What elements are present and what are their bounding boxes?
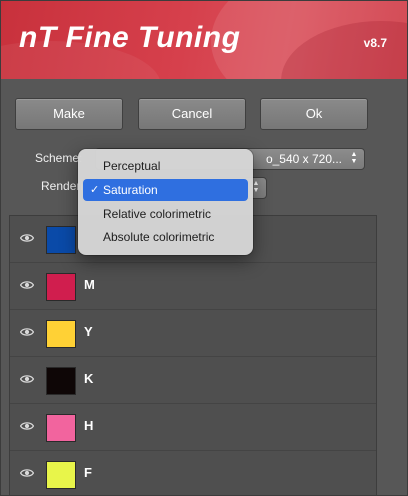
channel-row[interactable]: Y	[10, 310, 376, 357]
up-down-chevron-icon: ▲ ▼	[350, 151, 358, 165]
menu-item-label: Relative colorimetric	[103, 207, 212, 221]
scheme-value: o_540 x 720...	[265, 152, 342, 166]
menu-item-absolute-colorimetric[interactable]: Absolute colorimetric	[83, 226, 248, 248]
menu-item-saturation[interactable]: ✓ Saturation	[83, 179, 248, 201]
app-title: nT Fine Tuning	[19, 21, 241, 54]
eye-icon[interactable]	[20, 374, 34, 384]
channel-swatch[interactable]	[46, 367, 76, 395]
channel-swatch[interactable]	[46, 320, 76, 348]
version-label: v8.7	[363, 36, 387, 50]
menu-item-label: Saturation	[103, 183, 158, 197]
channel-swatch[interactable]	[46, 461, 76, 489]
scheme-label: Scheme:	[35, 151, 83, 165]
channel-name: F	[84, 465, 92, 480]
eye-icon[interactable]	[20, 421, 34, 431]
eye-icon[interactable]	[20, 327, 34, 337]
eye-icon[interactable]	[20, 233, 34, 243]
cancel-button[interactable]: Cancel	[138, 98, 246, 130]
plugin-window: nT Fine Tuning v8.7 Make Cancel Ok Schem…	[0, 0, 408, 496]
menu-item-perceptual[interactable]: Perceptual	[83, 155, 248, 177]
rendering-dropdown-menu: Perceptual ✓ Saturation Relative colorim…	[78, 149, 253, 255]
channel-swatch[interactable]	[46, 226, 76, 254]
channel-name: Y	[84, 324, 93, 339]
menu-item-relative-colorimetric[interactable]: Relative colorimetric	[83, 203, 248, 225]
up-down-chevron-icon: ▲ ▼	[252, 180, 260, 194]
channel-name: M	[84, 277, 95, 292]
channel-swatch[interactable]	[46, 273, 76, 301]
channel-list: M Y K H F	[9, 215, 377, 495]
channel-row[interactable]: F	[10, 451, 376, 495]
channel-name: H	[84, 418, 94, 433]
channel-row[interactable]: K	[10, 357, 376, 404]
make-button[interactable]: Make	[15, 98, 123, 130]
header-banner: nT Fine Tuning v8.7	[1, 1, 407, 79]
eye-icon[interactable]	[20, 468, 34, 478]
channel-swatch[interactable]	[46, 414, 76, 442]
channel-row[interactable]: H	[10, 404, 376, 451]
menu-item-label: Perceptual	[103, 159, 161, 173]
channel-name: K	[84, 371, 94, 386]
eye-icon[interactable]	[20, 280, 34, 290]
ok-button[interactable]: Ok	[260, 98, 368, 130]
menu-item-label: Absolute colorimetric	[103, 230, 215, 244]
channel-row[interactable]: M	[10, 263, 376, 310]
checkmark-icon: ✓	[90, 184, 100, 196]
